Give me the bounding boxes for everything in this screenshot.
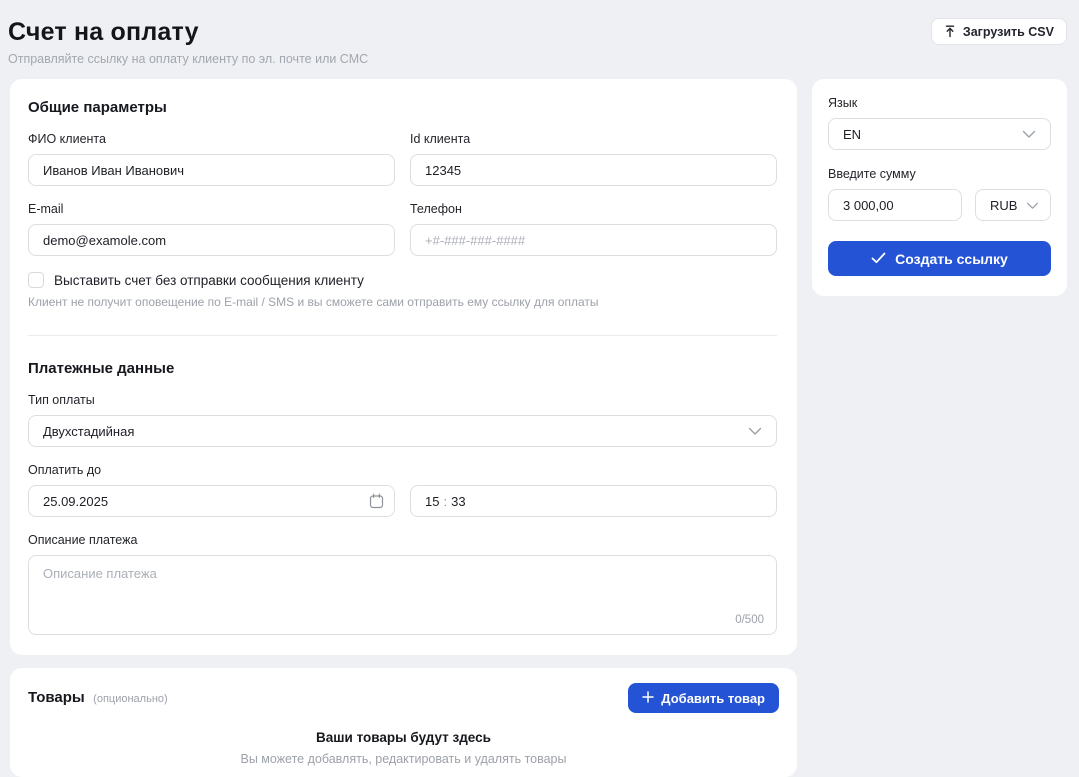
products-heading: Товары — [28, 689, 85, 706]
chevron-down-icon — [748, 424, 762, 439]
page-header: Счет на оплату Отправляйте ссылку на опл… — [8, 18, 1067, 66]
pay-until-field: Оплатить до — [28, 463, 777, 517]
client-id-field: Id клиента — [410, 132, 777, 186]
payment-type-field: Тип оплаты Двухстадийная — [28, 393, 777, 447]
side-column: Язык EN Введите сумму RUB — [812, 79, 1067, 777]
payment-description-textarea[interactable] — [43, 566, 762, 608]
email-input-wrap — [28, 224, 395, 256]
check-icon — [871, 251, 886, 267]
pay-until-row: 15 : 33 — [28, 485, 777, 517]
general-section-heading: Общие параметры — [28, 99, 777, 116]
page-title: Счет на оплату — [8, 18, 368, 47]
upload-csv-label: Загрузить CSV — [963, 25, 1054, 39]
amount-label: Введите сумму — [828, 167, 1051, 181]
client-name-input-wrap — [28, 154, 395, 186]
amount-input[interactable] — [843, 198, 947, 213]
currency-value: RUB — [990, 198, 1017, 213]
client-name-field: ФИО клиента — [28, 132, 395, 186]
create-link-button[interactable]: Создать ссылку — [828, 241, 1051, 276]
pay-until-label: Оплатить до — [28, 463, 777, 477]
create-link-card: Язык EN Введите сумму RUB — [812, 79, 1067, 296]
phone-field: Телефон — [410, 202, 777, 256]
pay-until-date-input-wrap — [28, 485, 395, 517]
products-heading-note: (опционально) — [93, 693, 168, 705]
payment-description-textarea-wrap: 0/500 — [28, 555, 777, 635]
products-header: Товары (опционально) Добавить товар — [28, 683, 779, 713]
client-name-label: ФИО клиента — [28, 132, 395, 146]
payment-type-select[interactable]: Двухстадийная — [28, 415, 777, 447]
language-value: EN — [843, 127, 861, 142]
main-column: Общие параметры ФИО клиента Id клиента — [10, 79, 797, 777]
products-empty-title: Ваши товары будут здесь — [28, 730, 779, 745]
create-link-label: Создать ссылку — [895, 251, 1008, 267]
payment-description-label: Описание платежа — [28, 533, 777, 547]
payment-description-field: Описание платежа 0/500 — [28, 533, 777, 635]
language-select[interactable]: EN — [828, 118, 1051, 150]
chevron-down-icon — [1022, 127, 1036, 142]
plus-icon — [642, 691, 654, 706]
pay-until-time-input[interactable]: 15 : 33 — [410, 485, 777, 517]
general-fields-row-2: E-mail Телефон — [28, 186, 777, 256]
page-header-text: Счет на оплату Отправляйте ссылку на опл… — [8, 18, 368, 66]
upload-icon — [944, 25, 956, 38]
phone-label: Телефон — [410, 202, 777, 216]
pay-until-time-hours: 15 — [425, 494, 439, 509]
pay-until-date-input[interactable] — [43, 494, 380, 509]
add-product-button[interactable]: Добавить товар — [628, 683, 779, 713]
no-message-checkbox[interactable] — [28, 272, 44, 288]
products-empty-state: Ваши товары будут здесь Вы можете добавл… — [28, 730, 779, 766]
email-label: E-mail — [28, 202, 395, 216]
no-message-checkbox-label: Выставить счет без отправки сообщения кл… — [54, 273, 364, 288]
amount-input-wrap — [828, 189, 962, 221]
upload-csv-button[interactable]: Загрузить CSV — [931, 18, 1067, 45]
client-name-input[interactable] — [43, 163, 380, 178]
client-id-input-wrap — [410, 154, 777, 186]
no-message-checkbox-row[interactable]: Выставить счет без отправки сообщения кл… — [28, 272, 777, 288]
page-subtitle: Отправляйте ссылку на оплату клиенту по … — [8, 52, 368, 66]
products-heading-wrap: Товары (опционально) — [28, 689, 168, 707]
add-product-label: Добавить товар — [661, 691, 765, 706]
no-message-checkbox-hint: Клиент не получит оповещение по E-mail /… — [28, 295, 777, 309]
currency-select[interactable]: RUB — [975, 189, 1051, 221]
phone-input[interactable] — [425, 233, 762, 248]
language-label: Язык — [828, 96, 1051, 110]
payment-description-counter: 0/500 — [735, 614, 764, 626]
pay-until-time-minutes: 33 — [451, 494, 465, 509]
client-id-input[interactable] — [425, 163, 762, 178]
section-divider — [28, 335, 777, 336]
email-field: E-mail — [28, 202, 395, 256]
general-fields-row-1: ФИО клиента Id клиента — [28, 116, 777, 186]
payment-type-value: Двухстадийная — [43, 424, 134, 439]
products-empty-subtitle: Вы можете добавлять, редактировать и уда… — [28, 752, 779, 766]
pay-until-time-separator: : — [439, 494, 451, 509]
amount-row: RUB — [828, 189, 1051, 221]
chevron-down-icon — [1026, 198, 1039, 213]
payment-type-label: Тип оплаты — [28, 393, 777, 407]
pay-until-date-wrap — [28, 485, 395, 517]
phone-input-wrap — [410, 224, 777, 256]
client-id-label: Id клиента — [410, 132, 777, 146]
calendar-icon[interactable] — [369, 493, 384, 514]
email-input[interactable] — [43, 233, 380, 248]
payment-section-heading: Платежные данные — [28, 360, 777, 377]
invoice-page: Счет на оплату Отправляйте ссылку на опл… — [0, 0, 1079, 766]
content: Общие параметры ФИО клиента Id клиента — [10, 79, 1067, 777]
products-card: Товары (опционально) Добавить товар Ваши… — [10, 668, 797, 777]
invoice-form-card: Общие параметры ФИО клиента Id клиента — [10, 79, 797, 655]
